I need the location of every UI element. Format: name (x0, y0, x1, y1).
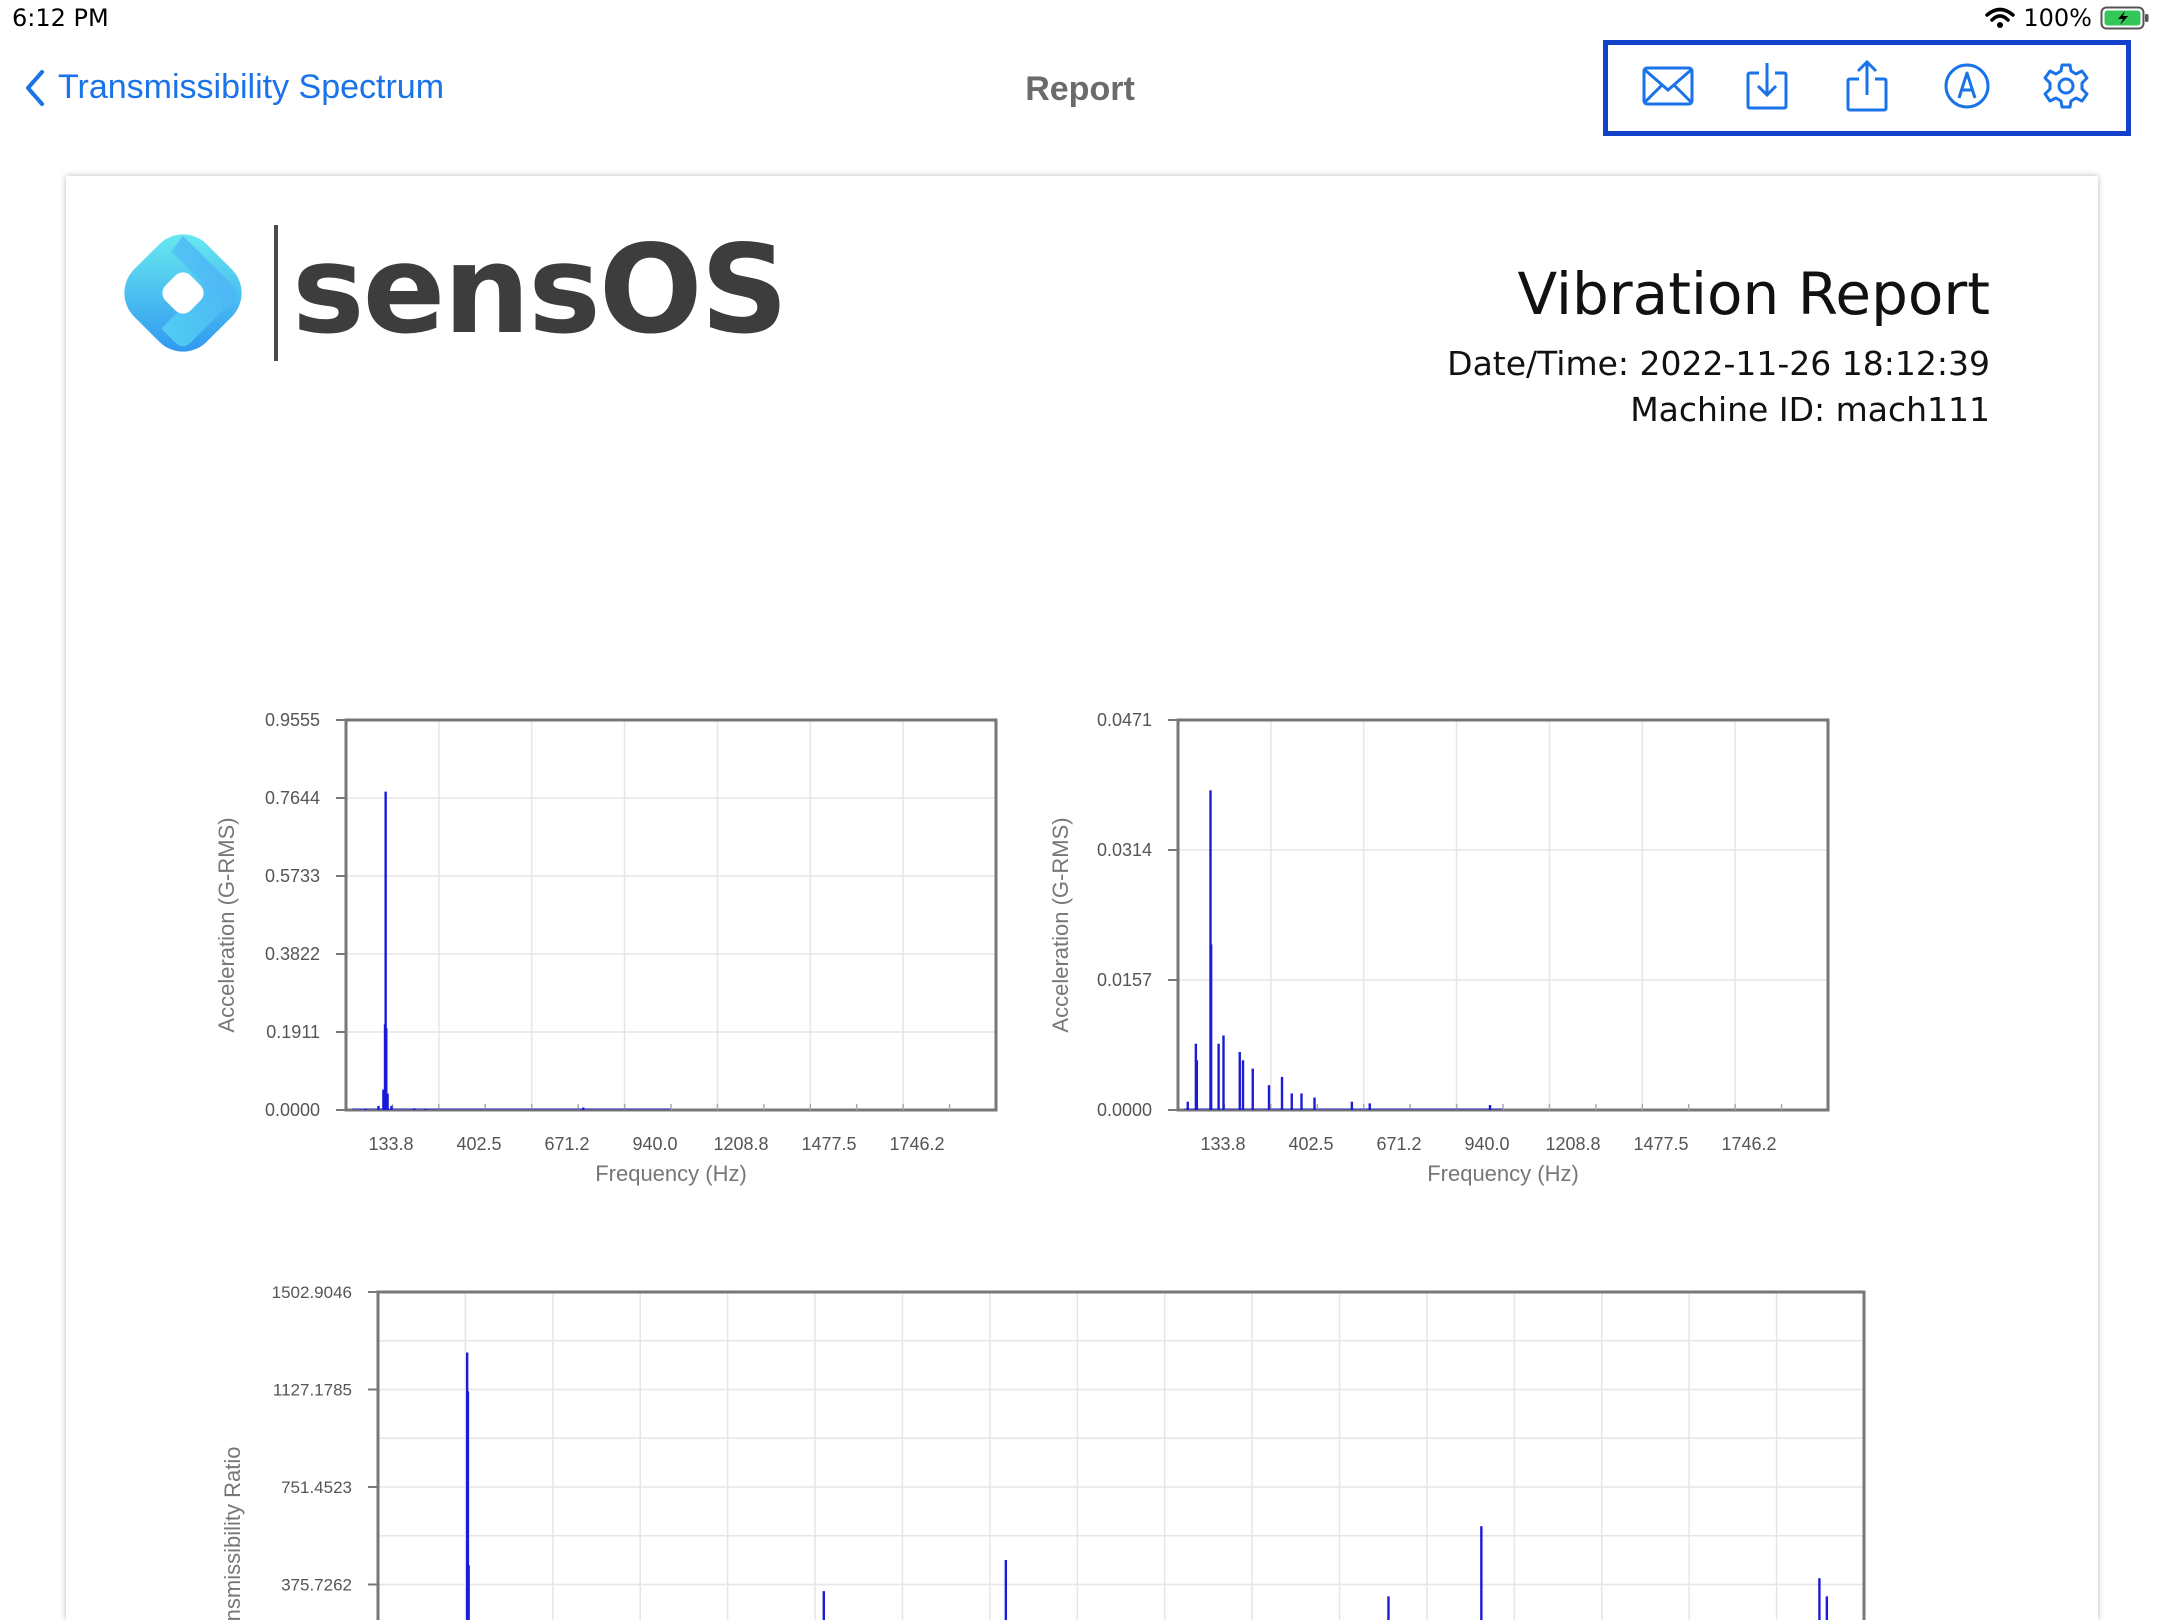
plot-frame (1176, 718, 1830, 1112)
y-axis-title: Transmissibility Ratio (220, 1446, 245, 1620)
y-tick-label: 0.3822 (265, 944, 320, 964)
x-tick-label: 133.8 (1200, 1134, 1245, 1154)
x-tick-label: 133.8 (368, 1134, 413, 1154)
battery-icon (2100, 6, 2150, 30)
y-tick-label: 0.7644 (265, 788, 320, 808)
status-time: 6:12 PM (12, 4, 109, 32)
x-tick-label: 671.2 (1376, 1134, 1421, 1154)
x-tick-label: 1746.2 (1721, 1134, 1776, 1154)
mail-icon (1642, 66, 1694, 111)
y-axis-title: Acceleration (G-RMS) (1048, 817, 1073, 1032)
y-tick-label: 0.0157 (1097, 970, 1152, 990)
x-tick-label: 671.2 (544, 1134, 589, 1154)
gear-icon (2041, 61, 2091, 116)
x-axis-title: Frequency (Hz) (1427, 1161, 1579, 1186)
markup-button[interactable] (1932, 53, 2002, 123)
y-axis-title: Acceleration (G-RMS) (214, 817, 239, 1032)
y-tick-label: 1127.1785 (273, 1381, 352, 1400)
x-tick-label: 1746.2 (889, 1134, 944, 1154)
x-tick-label: 940.0 (1464, 1134, 1509, 1154)
x-tick-label: 402.5 (456, 1134, 501, 1154)
status-indicators: 100% (1985, 4, 2150, 32)
navigation-bar: Transmissibility Spectrum Report (0, 40, 2160, 144)
y-tick-label: 0.0314 (1097, 840, 1152, 860)
y-tick-label: 0.0471 (1097, 710, 1152, 730)
report-charts: 0.0000 0.1911 0.3822 0.5733 0.7644 0.9555 133.… (214, 710, 1866, 1620)
y-tick-label: 751.4523 (281, 1478, 352, 1497)
y-tick-label: 0.5733 (265, 866, 320, 886)
status-bar: 6:12 PM 100% (0, 0, 2160, 40)
y-tick-label: 0.1911 (266, 1022, 320, 1042)
plot-frame (344, 718, 998, 1112)
x-tick-label: 1477.5 (801, 1134, 856, 1154)
y-tick-label: 375.7262 (281, 1576, 352, 1595)
x-tick-label: 1208.8 (1545, 1134, 1600, 1154)
x-axis-title: Frequency (Hz) (595, 1161, 747, 1186)
x-tick-label: 1477.5 (1633, 1134, 1688, 1154)
y-tick-label: 0.9555 (265, 710, 320, 730)
markup-icon (1943, 62, 1991, 115)
wifi-icon (1985, 7, 2016, 29)
y-tick-label: 1502.9046 (272, 1283, 352, 1302)
x-tick-label: 402.5 (1288, 1134, 1333, 1154)
share-icon (1845, 59, 1889, 118)
y-tick-label: 0.0000 (1097, 1100, 1152, 1120)
report-page[interactable]: sensOS Vibration Report Date/Time: 2022-… (66, 176, 2098, 1620)
settings-button[interactable] (2031, 53, 2101, 123)
share-button[interactable] (1832, 53, 1902, 123)
toolbar (1603, 40, 2131, 136)
download-icon (1745, 61, 1789, 116)
download-button[interactable] (1732, 53, 1802, 123)
battery-percent: 100% (2023, 4, 2092, 32)
x-tick-label: 940.0 (632, 1134, 677, 1154)
x-tick-label: 1208.8 (713, 1134, 768, 1154)
y-tick-label: 0.0000 (265, 1100, 320, 1120)
mail-button[interactable] (1633, 53, 1703, 123)
